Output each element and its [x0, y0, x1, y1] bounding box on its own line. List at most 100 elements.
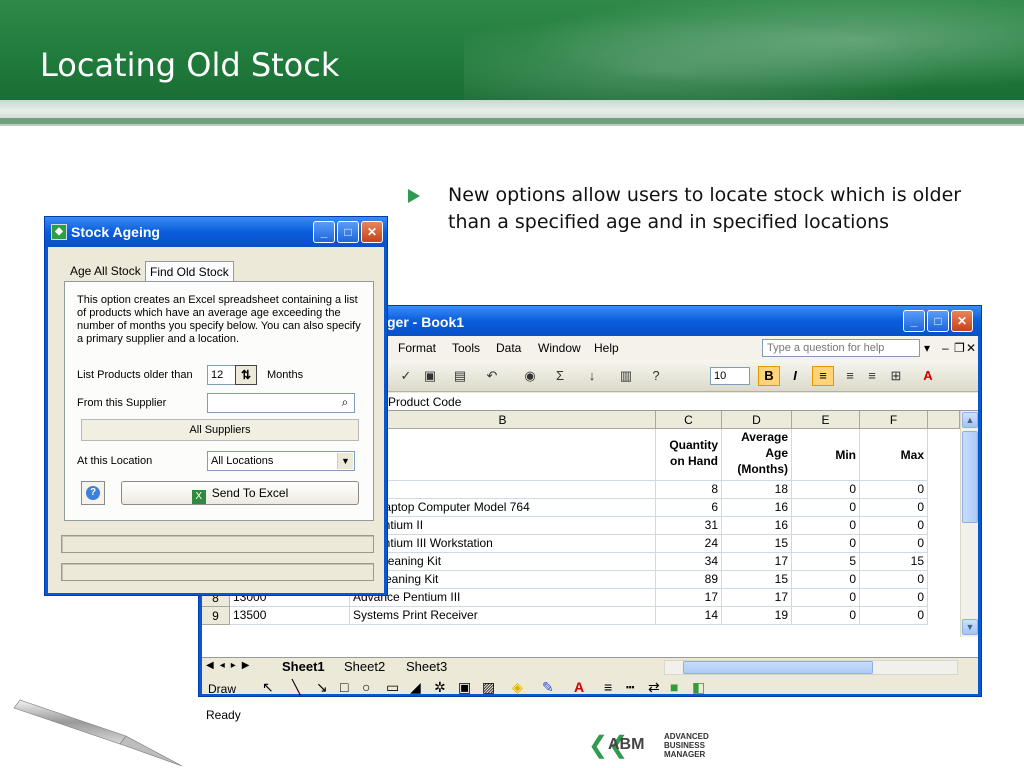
cell-max[interactable]: 0 [860, 499, 928, 517]
draw-menu-button[interactable]: Draw [208, 682, 236, 696]
scroll-up-icon[interactable]: ▲ [962, 412, 978, 428]
scroll-down-icon[interactable]: ▼ [962, 619, 978, 635]
horizontal-scroll-thumb[interactable] [683, 661, 873, 674]
horizontal-scrollbar[interactable] [664, 660, 958, 675]
bold-button[interactable]: B [758, 366, 780, 386]
cell-qty[interactable]: 8 [656, 481, 722, 499]
align-right-icon[interactable]: ≡ [864, 368, 880, 384]
minimize-button[interactable]: _ [903, 310, 925, 332]
chevron-down-icon[interactable]: ▼ [337, 453, 353, 469]
cell-min[interactable]: 0 [792, 499, 860, 517]
vertical-scrollbar[interactable]: ▲ ▼ [960, 411, 978, 637]
column-header-c[interactable]: C [656, 411, 722, 429]
cell-min[interactable]: 0 [792, 517, 860, 535]
oval-tool-icon[interactable]: ○ [362, 679, 370, 695]
cell-age[interactable]: 17 [722, 553, 792, 571]
column-header-g[interactable] [928, 411, 960, 429]
merge-center-icon[interactable]: ⊞ [888, 368, 904, 384]
maximize-button[interactable]: □ [927, 310, 949, 332]
cell-min[interactable]: 0 [792, 589, 860, 607]
wordart-icon[interactable]: ◢ [410, 679, 421, 696]
cell-min[interactable]: 0 [792, 571, 860, 589]
shadow-style-icon[interactable]: ■ [670, 679, 678, 695]
cell-desc[interactable]: ard Cleaning Kit [350, 571, 656, 589]
3d-style-icon[interactable]: ◧ [692, 679, 705, 696]
menu-format[interactable]: Format [398, 341, 436, 355]
draw-font-color-icon[interactable]: A [574, 679, 584, 695]
research-icon[interactable]: ▣ [422, 368, 438, 384]
supplier-input[interactable] [207, 393, 355, 413]
column-header-d[interactable]: D [722, 411, 792, 429]
row-header[interactable]: 9 [202, 607, 230, 625]
arrow-style-icon[interactable]: ⇄ [648, 679, 660, 696]
cell-min[interactable]: 0 [792, 535, 860, 553]
column-header-f[interactable]: F [860, 411, 928, 429]
align-center-icon[interactable]: ≡ [842, 368, 858, 384]
column-header-b[interactable]: B [350, 411, 656, 429]
dropdown-arrow-icon[interactable]: ▾ [924, 341, 930, 355]
cell-qty[interactable]: 24 [656, 535, 722, 553]
sort-ascending-icon[interactable]: ↓ [584, 368, 600, 384]
paste-icon[interactable]: ▤ [452, 368, 468, 384]
tab-find-old-stock[interactable]: Find Old Stock [145, 261, 234, 281]
help-search-input[interactable]: Type a question for help [762, 339, 920, 357]
cell-age[interactable]: 16 [722, 517, 792, 535]
cell-max[interactable]: 0 [860, 571, 928, 589]
cell-qty[interactable]: 89 [656, 571, 722, 589]
undo-icon[interactable]: ↶ [484, 368, 500, 384]
arrow-tool-icon[interactable]: ↘ [316, 679, 328, 696]
sheet-tab-1[interactable]: Sheet1 [282, 659, 325, 674]
cell-desc[interactable]: slim Laptop Computer Model 764 [350, 499, 656, 517]
rectangle-tool-icon[interactable]: □ [340, 679, 348, 695]
sheet-tab-2[interactable]: Sheet2 [344, 659, 385, 674]
autosum-icon[interactable]: Σ [552, 368, 568, 384]
cell-max[interactable]: 0 [860, 607, 928, 625]
cell-qty[interactable]: 34 [656, 553, 722, 571]
cell-desc[interactable]: ead Cleaning Kit [350, 553, 656, 571]
font-size-select[interactable]: 10 [710, 367, 750, 385]
doc-minimize-icon[interactable]: – [942, 341, 949, 355]
clipart-icon[interactable]: ▣ [458, 679, 471, 696]
dialog-title-bar[interactable]: ◆ Stock Ageing _ □ ✕ [45, 217, 387, 247]
italic-button[interactable]: I [786, 366, 804, 386]
close-button[interactable]: ✕ [951, 310, 973, 332]
cell-max[interactable]: 0 [860, 535, 928, 553]
cell-age[interactable]: 17 [722, 589, 792, 607]
cell-desc[interactable]: Advance Pentium III [350, 589, 656, 607]
line-color-icon[interactable]: ✎ [542, 679, 554, 696]
cell-qty[interactable]: 6 [656, 499, 722, 517]
sheet-nav-arrows-icon[interactable]: ◀◂▸▶ [206, 660, 255, 671]
cell-age[interactable]: 16 [722, 499, 792, 517]
select-objects-icon[interactable]: ↖ [262, 679, 274, 696]
help-button[interactable]: ? [81, 481, 105, 505]
dialog-maximize-button[interactable]: □ [337, 221, 359, 243]
picture-icon[interactable]: ▨ [482, 679, 495, 696]
cell-qty[interactable]: 14 [656, 607, 722, 625]
line-style-icon[interactable]: ≡ [604, 679, 612, 695]
cell-age[interactable]: 18 [722, 481, 792, 499]
chart-wizard-icon[interactable]: ▥ [618, 368, 634, 384]
location-select[interactable]: All Locations ▼ [207, 451, 355, 471]
vertical-scroll-thumb[interactable] [962, 431, 978, 523]
diagram-icon[interactable]: ✲ [434, 679, 446, 696]
cell-qty[interactable]: 31 [656, 517, 722, 535]
column-header-e[interactable]: E [792, 411, 860, 429]
cell-desc[interactable]: s [350, 481, 656, 499]
dash-style-icon[interactable]: ┅ [626, 679, 634, 696]
font-color-icon[interactable]: A [920, 368, 936, 384]
textbox-tool-icon[interactable]: ▭ [386, 679, 399, 696]
tab-age-all-stock[interactable]: Age All Stock [66, 261, 145, 281]
doc-restore-icon[interactable]: ❐ [954, 341, 965, 355]
months-spinner-icon[interactable]: ⇅ [235, 365, 257, 385]
cell-qty[interactable]: 17 [656, 589, 722, 607]
hyperlink-icon[interactable]: ◉ [522, 368, 538, 384]
cell-age[interactable]: 15 [722, 571, 792, 589]
cell-code[interactable]: 13500 [230, 607, 350, 625]
cell-desc[interactable]: ce Pentium II [350, 517, 656, 535]
cell-max[interactable]: 0 [860, 517, 928, 535]
doc-close-icon[interactable]: ✕ [966, 341, 976, 355]
cell-age[interactable]: 19 [722, 607, 792, 625]
cell-min[interactable]: 0 [792, 607, 860, 625]
sheet-tab-3[interactable]: Sheet3 [406, 659, 447, 674]
menu-window[interactable]: Window [538, 341, 581, 355]
